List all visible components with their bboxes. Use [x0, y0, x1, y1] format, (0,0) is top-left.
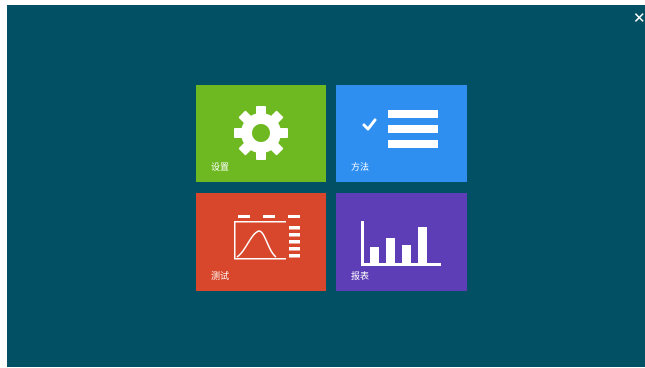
tile-settings[interactable]: 设置: [196, 85, 326, 182]
tile-test[interactable]: 测试: [196, 193, 326, 291]
close-icon: ✕: [633, 9, 645, 27]
tile-methods-label: 方法: [351, 163, 370, 173]
close-button[interactable]: ✕: [633, 9, 645, 27]
tile-report[interactable]: 报表: [336, 193, 467, 291]
tile-test-label: 测试: [211, 272, 230, 282]
tile-methods[interactable]: 方法: [336, 85, 467, 182]
app-screen: ✕ 设置 方法 测试 报表: [7, 5, 645, 367]
tile-settings-label: 设置: [211, 163, 230, 173]
tile-report-label: 报表: [351, 272, 370, 282]
